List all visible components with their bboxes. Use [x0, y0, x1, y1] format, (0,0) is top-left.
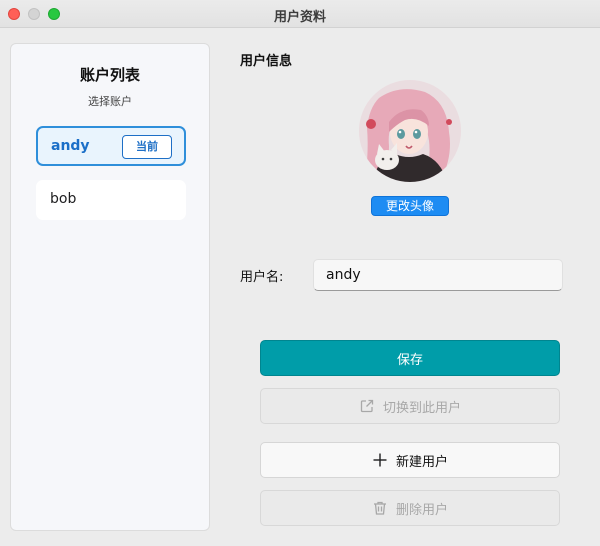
save-button[interactable]: 保存 [260, 340, 560, 376]
username-input[interactable] [313, 259, 563, 291]
trash-icon [372, 500, 388, 516]
account-name: bob [50, 191, 77, 207]
change-avatar-button[interactable]: 更改头像 [371, 196, 449, 216]
section-title: 用户信息 [240, 54, 293, 69]
delete-user-label: 删除用户 [395, 502, 448, 518]
window-title: 用户资料 [273, 10, 326, 25]
account-sidebar: 账户列表 选择账户 andy 当前 bob [10, 43, 210, 531]
switch-user-button[interactable]: 切换到此用户 [260, 388, 560, 424]
external-link-icon [359, 398, 375, 414]
sidebar-subtitle: 选择账户 [88, 95, 132, 108]
account-item-bob[interactable]: bob [36, 180, 186, 220]
switch-user-label: 切换到此用户 [382, 400, 461, 416]
username-label: 用户名: [240, 270, 284, 285]
sidebar-title: 账户列表 [79, 66, 140, 84]
plus-icon [372, 452, 388, 468]
current-account-badge: 当前 [122, 135, 172, 159]
account-name: andy [51, 138, 90, 154]
save-button-label: 保存 [396, 352, 423, 368]
delete-user-button[interactable]: 删除用户 [260, 490, 560, 526]
user-avatar [359, 80, 461, 182]
account-item-andy[interactable]: andy 当前 [36, 126, 186, 166]
new-user-button[interactable]: 新建用户 [260, 442, 560, 478]
title-bar: 用户资料 [0, 0, 600, 28]
new-user-label: 新建用户 [395, 454, 448, 470]
